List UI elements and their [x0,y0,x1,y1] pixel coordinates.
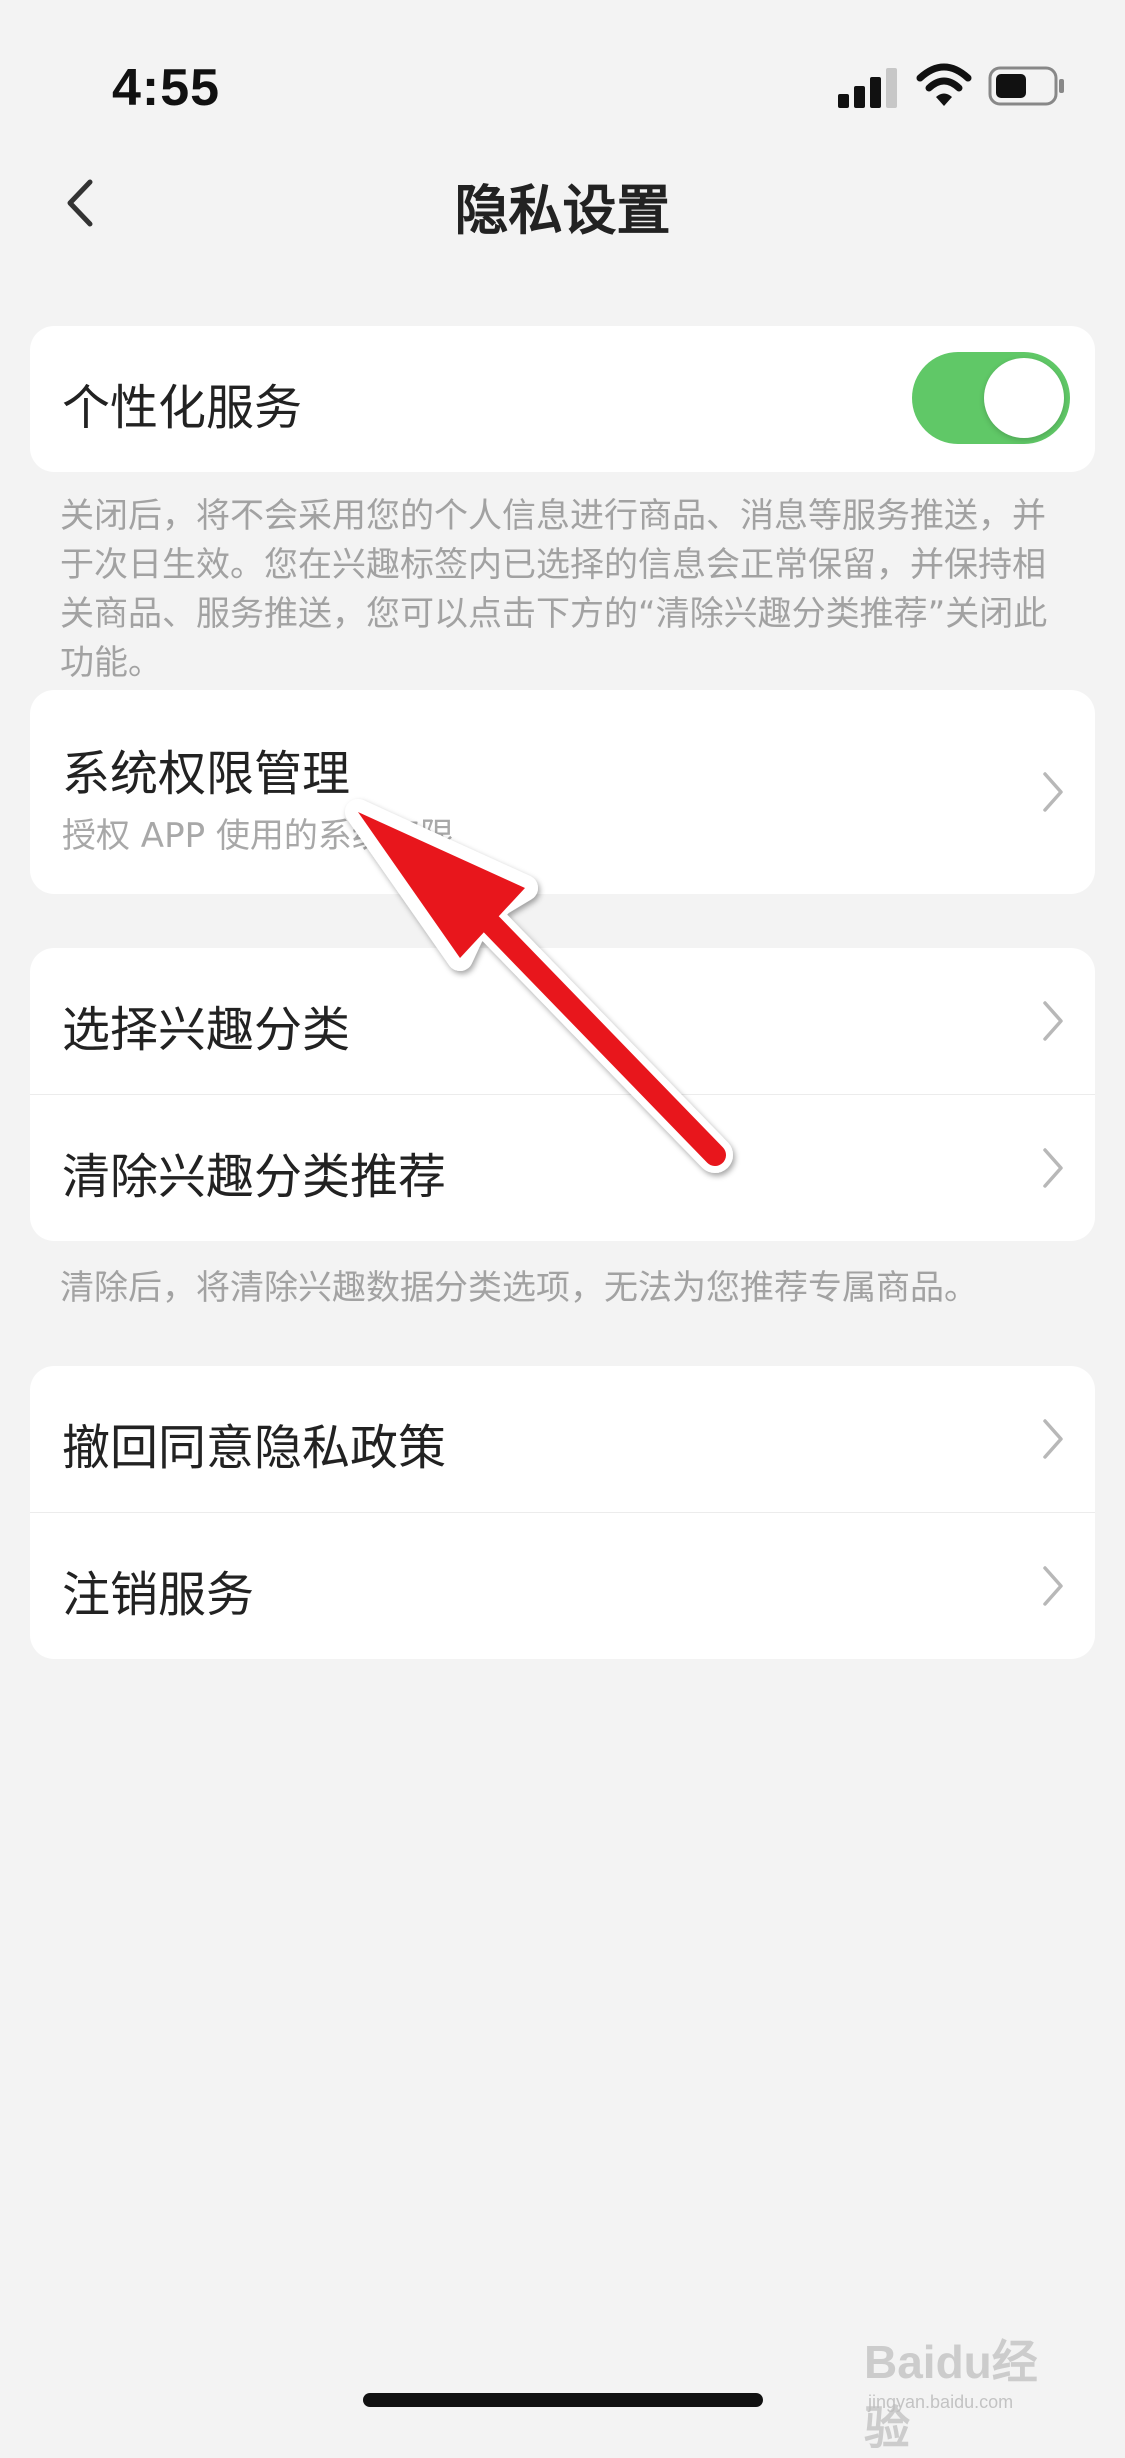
interest-select-row[interactable]: 选择兴趣分类 [30,948,1095,1094]
personalized-note: 关闭后，将不会采用您的个人信息进行商品、消息等服务推送，并于次日生效。您在兴趣标… [60,496,1048,683]
battery-icon [988,66,1064,106]
nav-bar: 隐私设置 [0,150,1125,260]
cancel-service-label: 注销服务 [62,1567,255,1623]
toggle-knob [984,358,1064,438]
permissions-row[interactable]: 系统权限管理 授权 APP 使用的系统权限 [30,690,1095,894]
wifi-icon [916,63,972,106]
baidu-watermark: Baidu经验 jingyan.baidu.com [860,2308,1070,2454]
home-indicator[interactable] [363,2393,763,2407]
cancel-service-row[interactable]: 注销服务 [30,1512,1095,1659]
interest-select-label: 选择兴趣分类 [62,1002,351,1058]
chevron-right-icon [1043,1566,1063,1606]
chevron-right-icon [1043,1419,1063,1459]
page-title: 隐私设置 [454,179,671,242]
chevron-right-icon [1043,1148,1063,1188]
personalized-row: 个性化服务 [30,326,1095,472]
interest-note: 清除后，将清除兴趣数据分类选项，无法为您推荐专属商品。 [60,1268,978,1308]
signal-icon [838,66,898,108]
interest-clear-row[interactable]: 清除兴趣分类推荐 [30,1094,1095,1241]
personalized-card: 个性化服务 [30,326,1095,472]
watermark-sub: jingyan.baidu.com [868,2392,1014,2412]
interest-clear-label: 清除兴趣分类推荐 [62,1149,447,1205]
revoke-privacy-row[interactable]: 撤回同意隐私政策 [30,1366,1095,1512]
status-bar: 4:55 [0,0,1125,150]
interest-card: 选择兴趣分类 清除兴趣分类推荐 [30,948,1095,1241]
revoke-privacy-label: 撤回同意隐私政策 [62,1420,447,1476]
chevron-right-icon [1043,772,1063,812]
account-card: 撤回同意隐私政策 注销服务 [30,1366,1095,1659]
permissions-card: 系统权限管理 授权 APP 使用的系统权限 [30,690,1095,894]
chevron-right-icon [1043,1001,1063,1041]
status-time: 4:55 [112,59,221,117]
permissions-subtitle: 授权 APP 使用的系统权限 [62,816,454,856]
personalized-toggle[interactable] [912,352,1070,444]
permissions-title: 系统权限管理 [62,746,351,802]
personalized-label: 个性化服务 [62,380,303,436]
